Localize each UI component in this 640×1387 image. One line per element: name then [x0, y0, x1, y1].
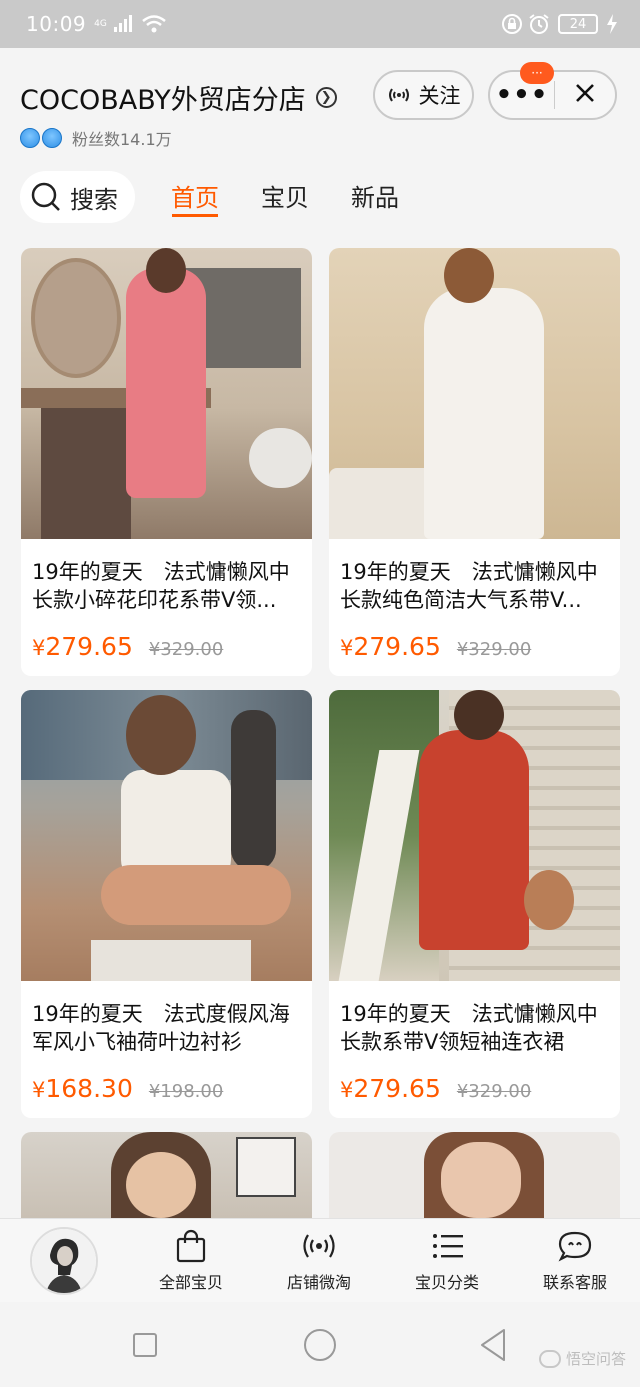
product-image	[21, 690, 312, 981]
close-button[interactable]	[555, 80, 615, 110]
product-card[interactable]: 19年的夏天 法式度假风海军风小飞袖荷叶边衬衫 ¥168.30 ¥198.00	[21, 690, 312, 1118]
charging-icon	[607, 14, 617, 34]
recent-apps-button[interactable]	[133, 1333, 157, 1357]
product-card[interactable]	[21, 1132, 312, 1218]
price-row: ¥279.65 ¥329.00	[340, 1074, 531, 1103]
notification-badge: ···	[520, 62, 554, 84]
original-price: ¥198.00	[148, 1081, 224, 1102]
product-card[interactable]	[329, 1132, 620, 1218]
price-row: ¥168.30 ¥198.00	[32, 1074, 223, 1103]
shop-avatar[interactable]	[30, 1227, 98, 1295]
shop-header: COCOBABY外贸店分店 ❯ 粉丝数14.1万 关注 ••• ··· 搜索 首…	[0, 48, 640, 230]
list-icon	[433, 1234, 463, 1258]
crown-icon	[20, 128, 62, 148]
home-button[interactable]	[304, 1329, 336, 1361]
shop-feed-button[interactable]: 店铺微淘	[264, 1229, 374, 1293]
watermark-text: 悟空问答	[565, 1350, 626, 1368]
product-card[interactable]: 19年的夏天 法式慵懒风中长款小碎花印花系带V领... ¥279.65 ¥329…	[21, 248, 312, 676]
shop-name-text: COCOBABY外贸店分店	[20, 85, 306, 116]
product-card[interactable]: 19年的夏天 法式慵懒风中长款纯色简洁大气系带V... ¥279.65 ¥329…	[329, 248, 620, 676]
original-price: ¥329.00	[148, 639, 224, 660]
product-price: ¥279.65	[340, 1074, 441, 1103]
product-price: ¥279.65	[32, 632, 133, 661]
alarm-icon	[529, 14, 549, 34]
product-title: 19年的夏天 法式慵懒风中长款小碎花印花系带V领...	[32, 560, 290, 612]
product-title: 19年的夏天 法式慵懒风中长款系带V领短袖连衣裙	[340, 1002, 598, 1054]
product-image	[329, 248, 620, 539]
original-price: ¥329.00	[456, 639, 532, 660]
tab-home[interactable]: 首页	[171, 178, 219, 213]
bar-item-label: 店铺微淘	[286, 1273, 351, 1292]
avatar-portrait-icon	[32, 1229, 96, 1293]
product-title: 19年的夏天 法式慵懒风中长款纯色简洁大气系带V...	[340, 560, 598, 612]
product-image	[329, 690, 620, 981]
customer-service-button[interactable]: 联系客服	[520, 1229, 630, 1293]
shop-name[interactable]: COCOBABY外贸店分店 ❯	[20, 78, 337, 117]
close-icon	[576, 84, 594, 102]
categories-button[interactable]: 宝贝分类	[392, 1229, 502, 1293]
shop-bottom-bar: 全部宝贝 店铺微淘 宝贝分类 联系客服	[0, 1218, 640, 1302]
follow-label: 关注	[418, 84, 461, 108]
original-price: ¥329.00	[456, 1081, 532, 1102]
product-image	[21, 248, 312, 539]
product-title: 19年的夏天 法式度假风海军风小飞袖荷叶边衬衫	[32, 1002, 290, 1054]
bar-item-label: 联系客服	[542, 1273, 607, 1292]
more-button[interactable]: •••	[490, 82, 554, 108]
price-row: ¥279.65 ¥329.00	[340, 632, 531, 661]
bar-item-label: 全部宝贝	[158, 1273, 223, 1292]
all-products-button[interactable]: 全部宝贝	[136, 1229, 246, 1293]
follow-button[interactable]: 关注	[373, 70, 474, 120]
signal-icon	[113, 15, 132, 32]
active-tab-indicator	[172, 214, 218, 217]
network-type: 4G	[94, 18, 107, 29]
tab-products[interactable]: 宝贝	[261, 178, 309, 213]
product-card[interactable]: 19年的夏天 法式慵懒风中长款系带V领短袖连衣裙 ¥279.65 ¥329.00	[329, 690, 620, 1118]
chevron-right-icon: ❯	[315, 87, 337, 108]
status-bar: 10:09 4G 24	[0, 0, 640, 48]
system-navigation-bar: 悟空问答	[0, 1302, 640, 1387]
product-image	[329, 1132, 620, 1218]
price-row: ¥279.65 ¥329.00	[32, 632, 223, 661]
back-button[interactable]	[478, 1328, 508, 1362]
chat-bot-icon	[558, 1231, 592, 1262]
product-price: ¥168.30	[32, 1074, 133, 1103]
wifi-icon	[142, 15, 166, 33]
watermark: 悟空问答	[538, 1348, 626, 1369]
broadcast-icon	[303, 1234, 335, 1258]
shopping-bag-icon	[176, 1229, 206, 1263]
fans-info: 粉丝数14.1万	[20, 126, 172, 150]
lock-icon	[502, 14, 522, 34]
chat-bubble-icon	[538, 1349, 561, 1368]
product-price: ¥279.65	[340, 632, 441, 661]
broadcast-icon	[388, 88, 409, 102]
status-time: 10:09	[26, 12, 87, 36]
fans-count: 粉丝数14.1万	[72, 130, 172, 149]
tab-new[interactable]: 新品	[351, 178, 399, 213]
bar-item-label: 宝贝分类	[414, 1273, 479, 1292]
battery-indicator: 24	[558, 14, 598, 34]
tab-bar: 首页 宝贝 新品	[0, 174, 640, 224]
product-image	[21, 1132, 312, 1218]
